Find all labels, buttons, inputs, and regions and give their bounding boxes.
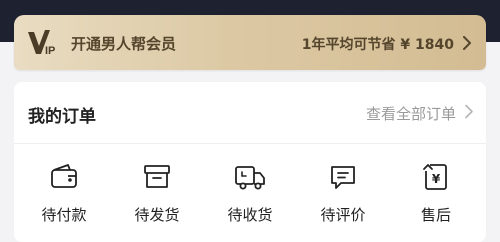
svg-text:¥: ¥ [432, 172, 441, 186]
order-status-label: 待评价 [320, 206, 366, 224]
chevron-right-icon[interactable] [464, 104, 474, 119]
order-status-label: 待发货 [134, 206, 180, 224]
order-status-pending-receipt[interactable]: 待收货 [205, 160, 295, 240]
view-all-orders-link[interactable]: 查看全部订单 [366, 103, 456, 124]
order-status-after-sales[interactable]: ¥ 售后 [391, 160, 481, 240]
order-status-pending-shipment[interactable]: 待发货 [112, 160, 202, 240]
order-status-label: 售后 [420, 206, 451, 224]
box-icon [144, 165, 170, 188]
vip-savings-text: 1年平均可节省 ¥ 1840 [301, 37, 454, 53]
order-status-label: 待收货 [227, 206, 273, 224]
svg-text:IP: IP [45, 45, 55, 57]
vip-logo-icon: IP [28, 30, 55, 57]
order-status-pending-payment[interactable]: 待付款 [19, 160, 109, 240]
comment-icon [331, 166, 355, 189]
vip-title: 开通男人帮会员 [71, 35, 177, 53]
chevron-right-icon [463, 36, 471, 50]
order-status-label: 待付款 [41, 206, 87, 224]
vip-membership-banner[interactable]: IP 开通男人帮会员 1年平均可节省 ¥ 1840 [14, 15, 486, 70]
refund-icon: ¥ [423, 164, 447, 190]
divider [14, 143, 486, 144]
order-status-pending-review[interactable]: 待评价 [298, 160, 388, 240]
wallet-icon [51, 164, 77, 188]
truck-icon [235, 166, 265, 190]
orders-title: 我的订单 [28, 107, 96, 127]
my-orders-card: 我的订单 查看全部订单 待付款 待发货 待收货 待评价 ¥ 售后 [14, 82, 486, 242]
